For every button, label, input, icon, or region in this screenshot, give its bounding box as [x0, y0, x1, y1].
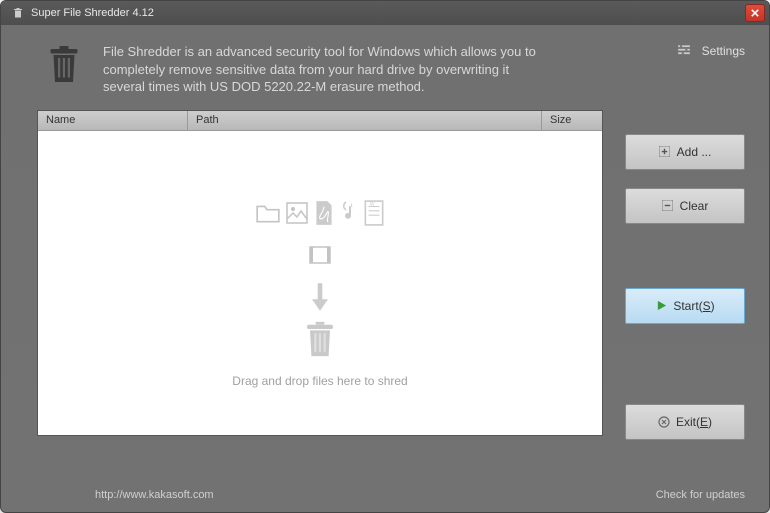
- doc-icon: W: [363, 200, 385, 226]
- app-description: File Shredder is an advanced security to…: [103, 43, 543, 96]
- window-title: Super File Shredder 4.12: [31, 7, 745, 19]
- svg-text:W: W: [370, 201, 376, 207]
- header: File Shredder is an advanced security to…: [1, 25, 769, 110]
- settings-label: Settings: [702, 44, 745, 58]
- folder-icon: [255, 202, 281, 224]
- titlebar: Super File Shredder 4.12: [1, 1, 769, 25]
- image-icon: [285, 201, 309, 225]
- trash-icon: [43, 43, 85, 85]
- file-list-panel: Name Path Size W: [37, 110, 603, 436]
- file-type-icons: W: [240, 178, 400, 248]
- drop-trash-icon: [301, 319, 339, 362]
- video-icon: [308, 244, 332, 266]
- column-headers: Name Path Size: [38, 111, 602, 131]
- clear-button[interactable]: Clear: [625, 188, 745, 224]
- app-window: Super File Shredder 4.12 File Shredder i…: [0, 0, 770, 513]
- start-label: Start(S): [673, 299, 714, 313]
- music-icon: [339, 200, 359, 226]
- add-button[interactable]: Add ...: [625, 134, 745, 170]
- play-icon: [655, 300, 667, 312]
- settings-button[interactable]: Settings: [676, 43, 745, 59]
- arrow-down-icon: [306, 281, 334, 313]
- close-icon: [751, 9, 759, 17]
- plus-icon: [659, 146, 671, 158]
- check-updates-link[interactable]: Check for updates: [656, 489, 745, 501]
- column-path[interactable]: Path: [188, 111, 542, 130]
- drop-zone[interactable]: W Drag: [38, 131, 602, 435]
- close-button[interactable]: [745, 4, 765, 22]
- clear-label: Clear: [680, 199, 709, 213]
- side-buttons: Add ... Clear Start(S) Exit(E): [625, 110, 745, 458]
- app-icon: [11, 6, 25, 20]
- drop-hint: Drag and drop files here to shred: [232, 374, 407, 388]
- minus-icon: [662, 200, 674, 212]
- column-size[interactable]: Size: [542, 111, 602, 130]
- pdf-icon: [313, 200, 335, 226]
- gear-icon: [676, 43, 692, 59]
- add-label: Add ...: [677, 145, 712, 159]
- exit-button[interactable]: Exit(E): [625, 404, 745, 440]
- exit-label: Exit(E): [676, 415, 712, 429]
- footer-url[interactable]: http://www.kakasoft.com: [95, 489, 656, 501]
- column-name[interactable]: Name: [38, 111, 188, 130]
- main-content: Name Path Size W: [1, 110, 769, 458]
- footer: http://www.kakasoft.com Check for update…: [1, 478, 769, 512]
- x-circle-icon: [658, 416, 670, 428]
- start-button[interactable]: Start(S): [625, 288, 745, 324]
